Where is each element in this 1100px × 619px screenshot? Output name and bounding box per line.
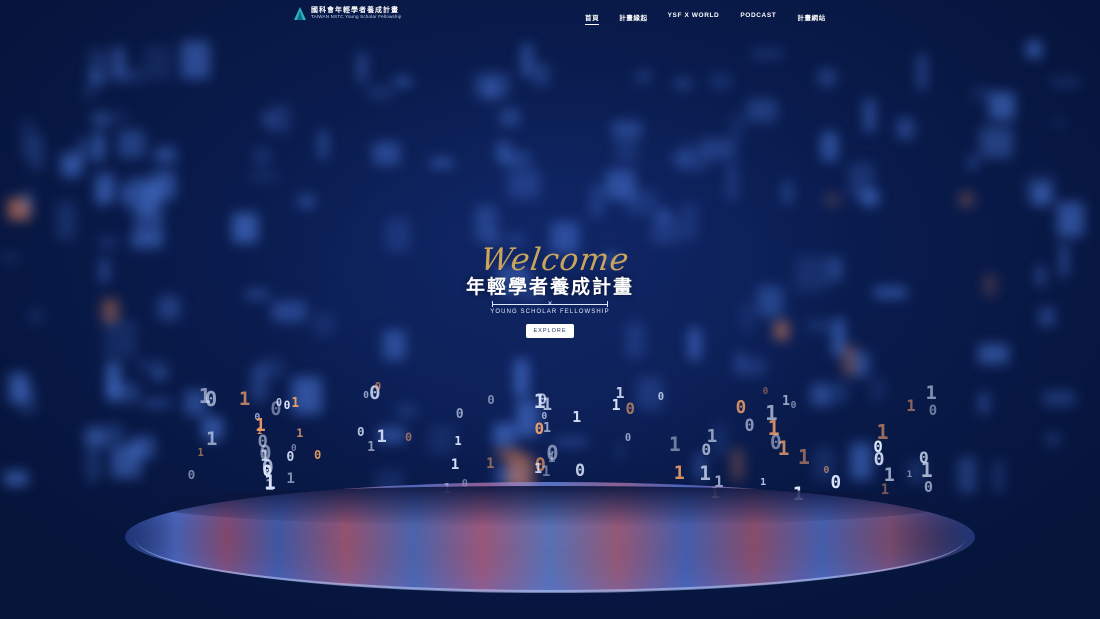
hero-page: 0000110100000111011010101100110111101110… <box>0 0 1100 619</box>
menu-item-home[interactable]: 首頁 <box>585 12 600 25</box>
welcome-script: Welcome <box>478 242 632 278</box>
menu-item-origin[interactable]: 計畫緣起 <box>619 12 647 25</box>
mountain-logo-icon <box>294 7 306 20</box>
diamond-ornament-icon: ✕ <box>547 301 553 307</box>
site-logo[interactable]: 國科會年輕學者養成計畫 TAIWAN NSTC Young Scholar Fe… <box>294 7 401 20</box>
top-navigation: 國科會年輕學者養成計畫 TAIWAN NSTC Young Scholar Fe… <box>0 0 1100 34</box>
title-divider: ✕ <box>492 300 608 308</box>
hero-subtitle: YOUNG SCHOLAR FELLOWSHIP <box>490 309 610 315</box>
menu-item-project-site[interactable]: 計畫網站 <box>797 12 825 25</box>
main-menu: 首頁 計畫緣起 YSF X WORLD PODCAST 計畫網站 <box>585 12 826 25</box>
hero-content: Welcome 年輕學者養成計畫 ✕ YOUNG SCHOLAR FELLOWS… <box>430 242 670 338</box>
explore-button[interactable]: EXPLORE <box>525 324 575 338</box>
menu-item-ysf-world[interactable]: YSF X WORLD <box>668 12 720 25</box>
site-title: 國科會年輕學者養成計畫 <box>311 7 399 15</box>
site-subtitle: TAIWAN NSTC Young Scholar Fellowship <box>311 14 402 20</box>
menu-item-podcast[interactable]: PODCAST <box>740 12 776 25</box>
glowing-platform <box>125 482 975 619</box>
